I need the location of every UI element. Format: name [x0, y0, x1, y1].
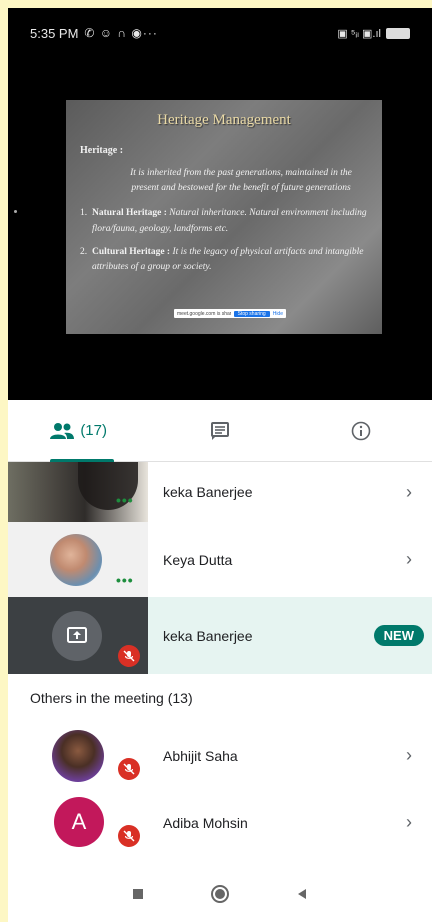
- more-dots-icon: •••: [116, 572, 134, 588]
- info-icon: [352, 421, 371, 440]
- tab-info[interactable]: [291, 400, 432, 461]
- mic-off-icon: [118, 758, 140, 780]
- avatar: A: [54, 797, 104, 847]
- participant-row[interactable]: Abhijit Saha ›: [8, 722, 432, 789]
- tab-chat[interactable]: [149, 400, 290, 461]
- stop-sharing-button: Stop sharing: [233, 310, 270, 317]
- shared-screen-area[interactable]: Heritage Management Heritage : It is inh…: [8, 58, 432, 400]
- participant-row[interactable]: ••• Keya Dutta ›: [8, 522, 432, 597]
- participant-name: Adiba Mohsin: [163, 814, 248, 831]
- status-time: 5:35 PM: [30, 25, 79, 41]
- status-bar: 5:35 PM ✆ ☺ ∩ ◉··· ▣ ⁵ᵢₗ ▣.ıl: [8, 8, 432, 58]
- participant-thumb: •••: [8, 522, 148, 597]
- presentation-slide: Heritage Management Heritage : It is inh…: [66, 100, 382, 334]
- list-term: Cultural Heritage :: [92, 246, 171, 257]
- panel-tabs: (17): [8, 400, 432, 462]
- signal-icons: ▣ ⁵ᵢₗ ▣.ıl: [337, 27, 381, 40]
- slide-list-item: 2. Cultural Heritage : It is the legacy …: [80, 245, 368, 275]
- slide-title: Heritage Management: [157, 112, 291, 128]
- chat-icon: [210, 421, 229, 440]
- participants-panel: (17) ••• keka Banerjee › ••• Keya Dutta …: [8, 400, 432, 922]
- avatar: [52, 730, 104, 782]
- participant-row[interactable]: ••• keka Banerjee ›: [8, 462, 432, 522]
- slide-definition: It is inherited from the past generation…: [130, 168, 352, 194]
- slide-heading: Heritage :: [80, 145, 124, 156]
- hide-button: Hide: [272, 310, 283, 317]
- participant-name: Abhijit Saha: [163, 747, 238, 764]
- chevron-right-icon[interactable]: ›: [406, 745, 412, 766]
- share-bar-text: meet.google.com is sharing your screen: [177, 310, 231, 317]
- new-badge: NEW: [373, 625, 424, 646]
- indicator-dot: [14, 210, 17, 213]
- back-icon[interactable]: [295, 887, 309, 906]
- home-icon[interactable]: [210, 884, 230, 909]
- recents-icon[interactable]: [131, 887, 145, 906]
- phone-screen: 5:35 PM ✆ ☺ ∩ ◉··· ▣ ⁵ᵢₗ ▣.ıl Heritage M…: [8, 8, 432, 922]
- people-count: (17): [80, 422, 107, 439]
- screen-share-bar: meet.google.com is sharing your screen S…: [174, 309, 286, 318]
- list-term: Natural Heritage :: [92, 208, 167, 219]
- presenting-icon: [52, 611, 102, 661]
- android-nav-bar: [8, 870, 432, 922]
- participant-thumb: [8, 597, 148, 674]
- chevron-right-icon[interactable]: ›: [406, 812, 412, 833]
- chevron-right-icon[interactable]: ›: [406, 482, 412, 503]
- list-number: 2.: [80, 246, 88, 257]
- list-number: 1.: [80, 208, 88, 219]
- participant-row[interactable]: A Adiba Mohsin ›: [8, 789, 432, 856]
- notification-icons: ✆ ☺ ∩ ◉···: [84, 26, 158, 40]
- slide-list-item: 1. Natural Heritage : Natural inheritanc…: [80, 206, 368, 236]
- participant-name: keka Banerjee: [163, 627, 253, 644]
- mic-off-icon: [118, 825, 140, 847]
- participant-name: keka Banerjee: [163, 484, 253, 500]
- mic-off-icon: [118, 645, 140, 667]
- avatar: [50, 534, 102, 586]
- tab-people[interactable]: (17): [8, 400, 149, 461]
- chevron-right-icon[interactable]: ›: [406, 549, 412, 570]
- participant-row-presenting[interactable]: keka Banerjee NEW: [8, 597, 432, 674]
- participant-video-thumb: •••: [8, 462, 148, 522]
- battery-icon: [386, 27, 410, 39]
- others-section-label: Others in the meeting (13): [30, 690, 193, 706]
- participant-name: Keya Dutta: [163, 551, 233, 568]
- slide-list: 1. Natural Heritage : Natural inheritanc…: [80, 206, 368, 275]
- more-dots-icon: •••: [116, 492, 134, 508]
- people-icon: [50, 422, 75, 439]
